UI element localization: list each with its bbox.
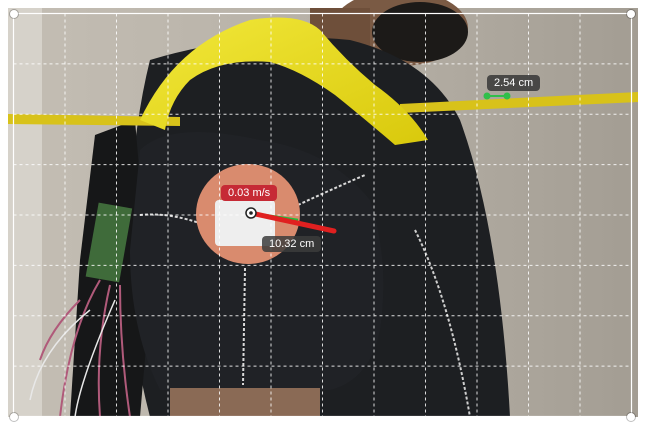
corner-handle-icon-bottom-right[interactable] xyxy=(627,413,635,421)
video-frame xyxy=(8,0,638,418)
corner-handle-icon-bottom-left[interactable] xyxy=(10,413,18,421)
forearm xyxy=(170,388,320,417)
scale-marker-right[interactable] xyxy=(503,92,511,100)
corner-handle-icon-top-right[interactable] xyxy=(627,10,635,18)
corner-handle-icon-top-left[interactable] xyxy=(10,10,18,18)
speed-readout-badge: 0.03 m/s xyxy=(221,185,278,201)
scale-length-label: 2.54 cm xyxy=(487,75,541,91)
distance-readout-label: 10.32 cm xyxy=(262,236,322,252)
scale-marker-left[interactable] xyxy=(483,92,491,100)
video-analysis-viewport[interactable]: 2.54 cm 0.03 m/s 10.32 cm xyxy=(0,0,646,425)
crosshair-icon[interactable] xyxy=(245,207,257,219)
